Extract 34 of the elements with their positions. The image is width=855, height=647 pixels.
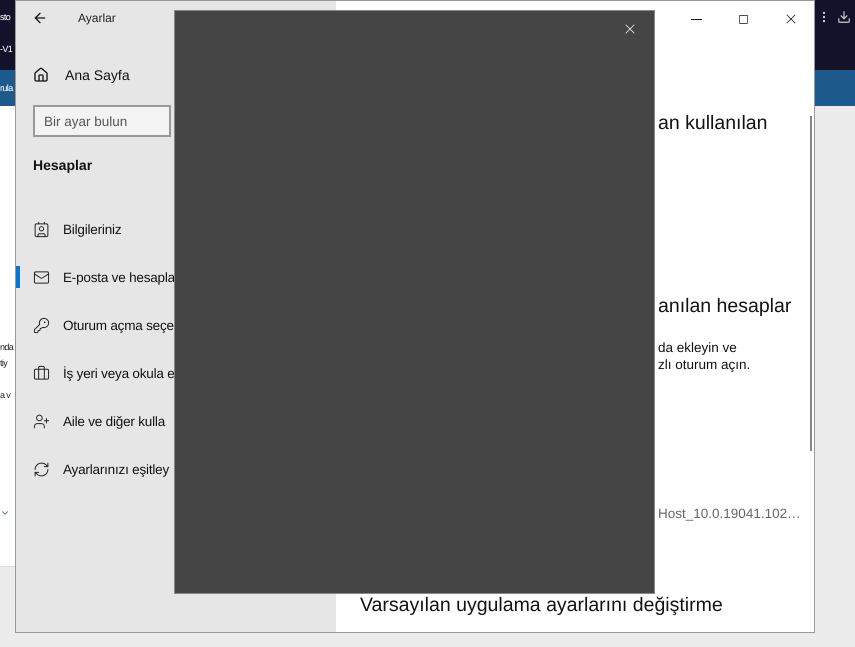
maximize-icon [738, 14, 749, 24]
section-heading: Hesaplar [33, 157, 94, 173]
background-text: a v [0, 390, 10, 400]
envelope-icon [33, 268, 50, 286]
nav-item[interactable]: Oturum açma seçe [16, 301, 175, 349]
background-text: nda [0, 342, 14, 352]
nav-item[interactable]: E-posta ve hesapla [16, 253, 175, 301]
background-text: tiy [0, 358, 8, 368]
briefcase-icon [33, 364, 50, 382]
description-text: zlı oturum açın. [658, 357, 750, 372]
key-icon [33, 316, 50, 334]
background-text: -V1 [0, 44, 12, 54]
back-button[interactable] [32, 10, 48, 26]
background-text: rula [0, 83, 13, 93]
section-title: Varsayılan uygulama ayarlarını değiştirme [360, 594, 723, 617]
scrollbar[interactable] [810, 116, 812, 451]
background-text: sto [0, 12, 10, 22]
nav-item[interactable]: Ayarlarınızı eşitley [16, 445, 175, 493]
home-icon [33, 67, 49, 83]
window-title: Ayarlar [78, 11, 116, 25]
user-plus-icon [33, 412, 50, 430]
section-title: anılan hesaplar [658, 295, 792, 318]
home-link[interactable]: Ana Sayfa [16, 58, 176, 92]
download-icon[interactable] [837, 10, 851, 24]
section-title: an kullanılan [658, 112, 768, 135]
contact-card-icon [33, 220, 50, 238]
sync-icon [33, 460, 50, 478]
description-text: da ekleyin ve [658, 340, 737, 355]
minimize-icon [691, 18, 702, 20]
nav-item[interactable]: Aile ve diğer kulla [16, 397, 175, 445]
search-field[interactable]: Bir ayar bulun [33, 105, 171, 137]
app-name-text: Host_10.0.19041.102… [658, 506, 801, 521]
nav-item[interactable]: İş yeri veya okula e [16, 349, 175, 397]
nav-item[interactable]: Bilgileriniz [16, 205, 175, 253]
